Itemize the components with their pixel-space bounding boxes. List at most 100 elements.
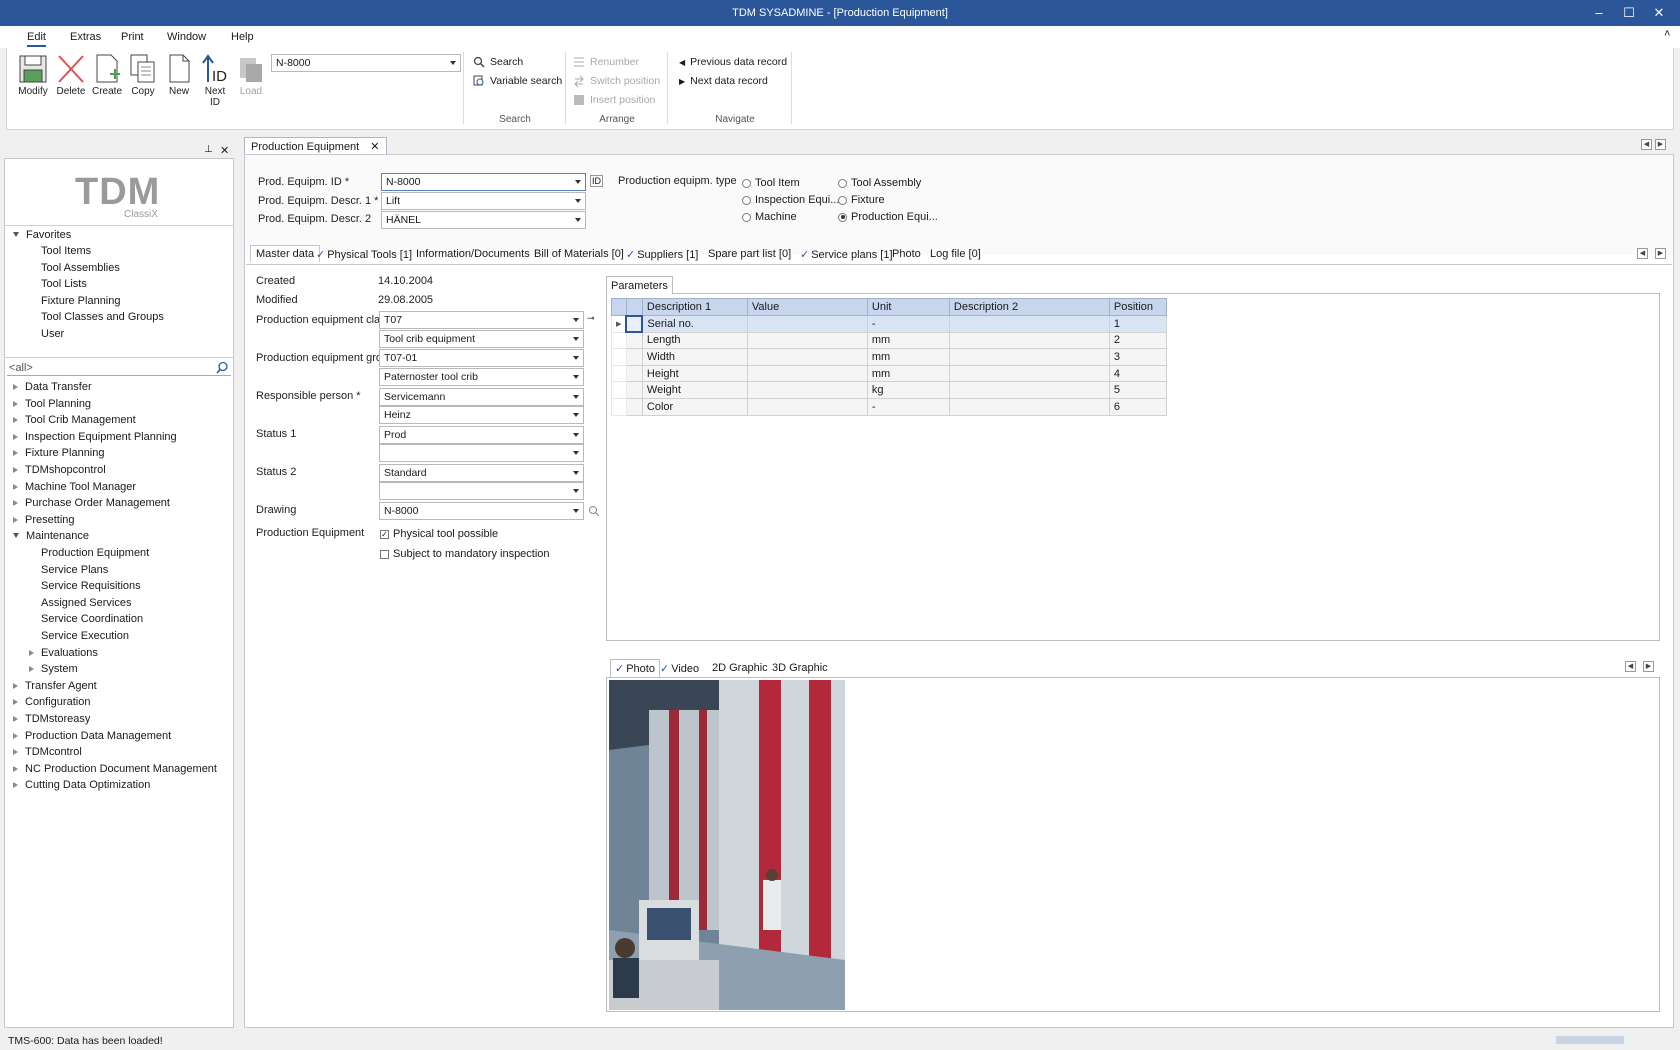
link-icon[interactable]: ⊸ — [587, 313, 595, 324]
group-field[interactable]: T07-01 — [379, 349, 584, 367]
maintenance-item[interactable]: Service Coordination — [41, 613, 143, 625]
pin-icon[interactable]: ⊥ — [204, 144, 213, 155]
copy-button[interactable]: Copy — [125, 52, 161, 97]
favorites-node[interactable]: Favorites — [13, 229, 71, 241]
column-header[interactable]: Description 1 — [641, 298, 748, 316]
table-cell[interactable]: - — [866, 397, 950, 416]
detail-tab[interactable]: Photo — [892, 248, 921, 260]
physical-tool-checkbox[interactable]: ✓ Physical tool possible — [380, 528, 498, 540]
module-node[interactable]: TDMcontrol — [13, 746, 82, 758]
detail-tab[interactable]: Spare part list [0] — [708, 248, 791, 260]
table-cell[interactable]: mm — [866, 348, 950, 366]
table-cell[interactable]: Height — [641, 364, 748, 383]
radio-fixture[interactable]: Fixture — [838, 194, 885, 206]
id-combo[interactable]: N-8000 — [271, 54, 461, 72]
id-field[interactable]: N-8000 — [381, 173, 586, 191]
switch-position-button[interactable]: Switch position — [573, 75, 660, 87]
maintenance-item[interactable]: Production Equipment — [41, 547, 149, 559]
module-node-maintenance[interactable]: Maintenance — [13, 530, 89, 542]
modify-button[interactable]: Modify — [15, 52, 51, 97]
favorite-item[interactable]: Tool Assemblies — [41, 262, 120, 274]
module-node[interactable]: Cutting Data Optimization — [13, 779, 150, 791]
expand-icon[interactable] — [13, 417, 18, 424]
menu-extras[interactable]: Extras — [70, 31, 101, 43]
table-cell[interactable] — [746, 348, 868, 366]
detail-tab[interactable]: Master data — [250, 245, 321, 262]
tab-production-equipment[interactable]: Production Equipment ✕ — [244, 137, 387, 155]
previous-record-button[interactable]: ◀ Previous data record — [679, 56, 787, 68]
descr2-field[interactable]: HÄNEL — [381, 211, 586, 229]
responsible-field[interactable]: Servicemann — [379, 388, 584, 406]
menu-print[interactable]: Print — [121, 31, 144, 43]
media-tab[interactable]: 3D Graphic — [772, 662, 828, 674]
table-cell[interactable]: kg — [866, 381, 950, 399]
column-header[interactable]: Value — [746, 298, 868, 316]
search-icon[interactable] — [588, 505, 600, 517]
table-cell[interactable]: 3 — [1108, 348, 1167, 366]
expand-icon[interactable] — [13, 483, 18, 490]
descr1-field[interactable]: Lift — [381, 192, 586, 210]
expand-icon[interactable] — [13, 716, 18, 722]
table-cell[interactable]: mm — [866, 364, 950, 383]
table-cell[interactable]: Serial no. — [641, 315, 748, 333]
create-button[interactable]: Create — [89, 52, 125, 97]
module-node[interactable]: Production Data Management — [13, 730, 171, 742]
tab-scroll-left-icon[interactable]: ◀ — [1641, 139, 1652, 150]
radio-machine[interactable]: Machine — [742, 211, 797, 223]
table-cell[interactable]: 2 — [1108, 331, 1167, 350]
menu-edit[interactable]: Edit — [27, 31, 46, 47]
module-node[interactable]: Tool Planning — [13, 398, 91, 410]
module-node[interactable]: Data Transfer — [13, 381, 92, 393]
media-tab[interactable]: ✓ Video — [660, 662, 699, 675]
tab-parameters[interactable]: Parameters — [606, 276, 673, 294]
media-scroll-right-icon[interactable]: ▶ — [1643, 661, 1654, 672]
close-tab-icon[interactable]: ✕ — [370, 141, 379, 153]
module-node[interactable]: Inspection Equipment Planning — [13, 431, 177, 443]
module-node[interactable]: Tool Crib Management — [13, 414, 136, 426]
status1-field[interactable]: Prod — [379, 426, 584, 444]
table-cell[interactable] — [746, 315, 868, 333]
module-node[interactable]: NC Production Document Management — [13, 763, 217, 775]
insert-position-button[interactable]: Insert position — [573, 94, 655, 106]
maintenance-item[interactable]: Service Plans — [41, 564, 108, 576]
close-window-button[interactable]: ✕ — [1636, 0, 1680, 26]
responsible-name-field[interactable]: Heinz — [379, 406, 584, 424]
next-id-small-icon[interactable]: ID — [590, 175, 603, 187]
module-node[interactable]: TDMstoreasy — [13, 713, 90, 725]
expand-icon[interactable] — [29, 649, 34, 656]
filter-input[interactable]: <all> — [7, 360, 231, 376]
favorite-item[interactable]: Tool Classes and Groups — [41, 311, 164, 323]
status1-desc-field[interactable] — [379, 444, 584, 462]
favorite-item[interactable]: Tool Items — [41, 245, 91, 257]
load-button[interactable]: Load — [235, 52, 267, 97]
search-icon[interactable] — [216, 361, 229, 374]
module-node[interactable]: Configuration — [13, 696, 90, 708]
menu-help[interactable]: Help — [231, 31, 254, 43]
table-cell[interactable]: 6 — [1108, 397, 1167, 416]
table-cell[interactable]: 1 — [1108, 315, 1167, 333]
table-cell[interactable] — [948, 315, 1110, 333]
column-header[interactable]: Description 2 — [948, 298, 1110, 316]
search-button[interactable]: Search — [473, 56, 523, 68]
favorite-item[interactable]: User — [41, 328, 64, 340]
expand-icon[interactable] — [13, 500, 18, 507]
subtab-scroll-right-icon[interactable]: ▶ — [1655, 248, 1666, 259]
module-node[interactable]: TDMshopcontrol — [13, 464, 106, 476]
expand-icon[interactable] — [13, 433, 18, 440]
table-cell[interactable] — [948, 331, 1110, 350]
delete-button[interactable]: Delete — [53, 52, 89, 97]
favorite-item[interactable]: Tool Lists — [41, 278, 87, 290]
expand-icon[interactable] — [29, 666, 34, 673]
column-header[interactable]: Position — [1108, 298, 1167, 316]
expand-icon[interactable] — [13, 533, 19, 539]
table-cell[interactable] — [948, 397, 1110, 416]
favorite-item[interactable]: Fixture Planning — [41, 295, 121, 307]
media-scroll-left-icon[interactable]: ◀ — [1625, 661, 1636, 672]
module-node[interactable]: Machine Tool Manager — [13, 481, 136, 493]
menu-window[interactable]: Window — [167, 31, 206, 43]
tab-scroll-right-icon[interactable]: ▶ — [1655, 139, 1666, 150]
table-cell[interactable] — [746, 381, 868, 399]
class-field[interactable]: T07 — [379, 311, 584, 329]
table-cell[interactable]: Weight — [641, 381, 748, 399]
column-header[interactable]: Unit — [866, 298, 950, 316]
